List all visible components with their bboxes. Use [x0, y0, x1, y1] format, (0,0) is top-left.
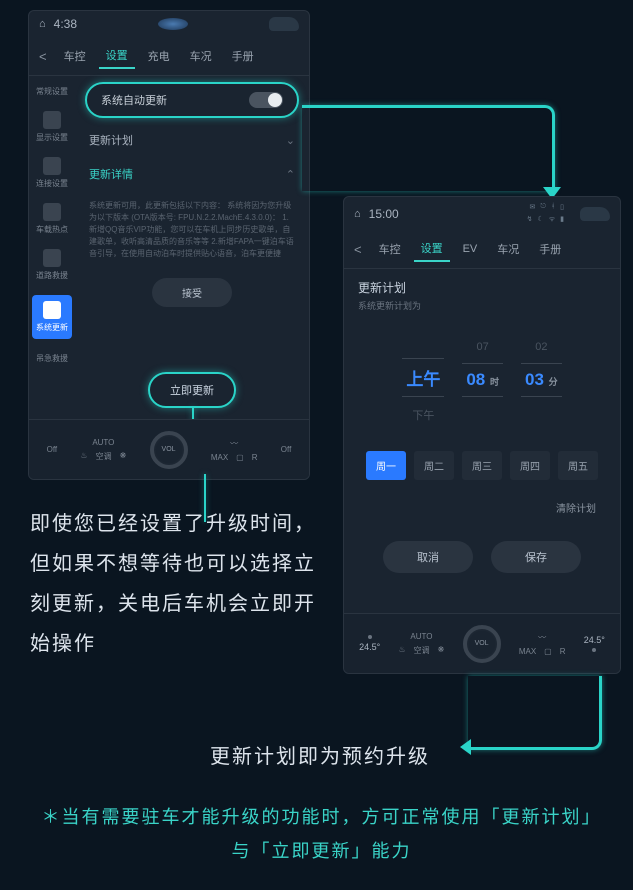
update-now-button[interactable]: 立即更新 [148, 372, 236, 408]
tab-status[interactable]: 车况 [490, 237, 526, 261]
tab-settings[interactable]: 设置 [414, 236, 450, 262]
msg-icon: ✉ [530, 203, 536, 211]
download-icon [43, 301, 61, 319]
auto-update-label: 系统自动更新 [101, 92, 167, 108]
plan-title: 更新计划 [358, 279, 606, 296]
volume-dial[interactable]: VOL [150, 431, 188, 469]
batt-icon: ▯ [560, 203, 564, 211]
dock-auto[interactable]: AUTO♨空调❋ [398, 632, 444, 656]
status-icons: ✉ ⎋ ᚼ ▯ ↯ ☾ ᯤ ▮ [527, 203, 564, 224]
day-tue[interactable]: 周二 [414, 451, 454, 480]
defrost-icon: 〰 [230, 438, 238, 449]
update-info-row[interactable]: 更新详情⌃ [85, 162, 299, 186]
back-button[interactable]: < [354, 242, 366, 257]
car-icon[interactable] [580, 207, 610, 221]
side-hotspot[interactable]: 车载热点 [36, 203, 68, 235]
tab-settings[interactable]: 设置 [99, 43, 135, 69]
statusbar-left: ⌂ 4:38 [29, 11, 309, 37]
save-button[interactable]: 保存 [491, 541, 581, 573]
chevron-down-icon: ⌄ [286, 134, 295, 147]
tabbar-left: < 车控 设置 充电 车况 手册 [29, 37, 309, 76]
home-icon[interactable]: ⌂ [39, 18, 46, 30]
side-icons: 常规设置 显示设置 连接设置 车载热点 道路救援 系统更新 吊急救援 [29, 76, 75, 420]
day-wed[interactable]: 周三 [462, 451, 502, 480]
tab-status[interactable]: 车况 [183, 44, 219, 68]
time-picker[interactable]: 上午 下午 07 08 时 02 03 分 [358, 336, 606, 423]
moon-icon: ☾ [537, 215, 543, 224]
connector-arrow-top [302, 105, 555, 191]
rear-icon: ▢ [544, 647, 552, 656]
clock: 15:00 [369, 207, 399, 221]
clear-plan-button[interactable]: 清除计划 [358, 500, 606, 515]
tab-carctrl[interactable]: 车控 [372, 237, 408, 261]
temp-right[interactable]: 24.5° [584, 635, 605, 652]
tab-manual[interactable]: 手册 [225, 44, 261, 68]
rear-icon: ▢ [236, 453, 244, 462]
hotspot-icon [43, 203, 61, 221]
day-row: 周一 周二 周三 周四 周五 [358, 451, 606, 480]
accept-button[interactable]: 接受 [152, 278, 232, 307]
auto-update-toggle[interactable] [249, 92, 283, 108]
clock: 4:38 [54, 17, 77, 31]
sos-icon [43, 249, 61, 267]
footnote: ＊当有需要驻车才能升级的功能时，方可正常使用「更新计划」与「立即更新」能力 [40, 800, 603, 868]
home-icon[interactable]: ⌂ [354, 208, 361, 220]
day-mon[interactable]: 周一 [366, 451, 406, 480]
fan-icon: ❋ [120, 451, 127, 462]
side-link[interactable]: 连接设置 [36, 157, 68, 189]
dock-defrost[interactable]: 〰MAX▢R [519, 632, 566, 656]
caption-right: 更新计划即为预约升级 [210, 740, 430, 769]
device-right: ⌂ 15:00 ✉⎋ᚼ▯ ↯☾ᯤ▮ < 车控 设置 EV 车况 手册 更新计划 … [343, 196, 621, 674]
seat-icon: ♨ [80, 451, 87, 462]
auto-update-toggle-row: 系统自动更新 [85, 82, 299, 118]
minute-column[interactable]: 02 03 分 [521, 341, 562, 419]
dock-left: Off AUTO♨空调❋ VOL 〰MAX▢R Off [29, 419, 309, 479]
wand-icon: ↯ [527, 215, 533, 224]
update-plan-row[interactable]: 更新计划⌄ [85, 128, 299, 152]
link-icon [43, 157, 61, 175]
brand-logo [158, 18, 188, 30]
sig-icon: ▮ [560, 215, 564, 224]
day-fri[interactable]: 周五 [558, 451, 598, 480]
dock-off-right[interactable]: Off [281, 445, 292, 454]
car-icon[interactable] [269, 17, 299, 31]
bt-icon: ᚼ [551, 203, 555, 211]
tab-charge[interactable]: 充电 [141, 44, 177, 68]
dock-right: 24.5° AUTO♨空调❋ VOL 〰MAX▢R 24.5° [344, 613, 620, 673]
device-left: ⌂ 4:38 < 车控 设置 充电 车况 手册 常规设置 显示设置 连接设置 车… [28, 10, 310, 480]
user-icon: ⎋ [540, 203, 546, 211]
paragraph-left: 即使您已经设置了升级时间，但如果不想等待也可以选择立刻更新，关电后车机会立即开始… [30, 504, 320, 664]
display-icon [43, 111, 61, 129]
update-body: 系统更新可用，此更新包括以下内容： 系统将因为您升级为以下版本 (OTA版本号:… [85, 196, 299, 264]
plan-subtitle: 系统更新计划为 [358, 299, 606, 312]
tab-carctrl[interactable]: 车控 [57, 44, 93, 68]
side-general[interactable]: 常规设置 [36, 86, 68, 97]
volume-dial[interactable]: VOL [463, 625, 501, 663]
tab-ev[interactable]: EV [456, 239, 485, 259]
dock-defrost[interactable]: 〰MAX▢R [211, 438, 258, 462]
tabbar-right: < 车控 设置 EV 车况 手册 [344, 230, 620, 269]
connector-arrow-bottom [468, 676, 602, 750]
side-emergency[interactable]: 吊急救援 [36, 353, 68, 364]
ampm-column[interactable]: 上午 下午 [402, 336, 444, 423]
seat-icon: ♨ [398, 645, 405, 656]
side-display[interactable]: 显示设置 [36, 111, 68, 143]
wifi-icon: ᯤ [549, 215, 555, 224]
fan-icon: ❋ [438, 645, 445, 656]
hour-column[interactable]: 07 08 时 [462, 341, 503, 419]
cancel-button[interactable]: 取消 [383, 541, 473, 573]
chevron-up-icon: ⌃ [286, 168, 295, 181]
dock-auto[interactable]: AUTO♨空调❋ [80, 438, 126, 462]
temp-left[interactable]: 24.5° [359, 635, 380, 652]
tab-manual[interactable]: 手册 [532, 237, 568, 261]
day-thu[interactable]: 周四 [510, 451, 550, 480]
defrost-icon: 〰 [538, 632, 546, 643]
side-sos[interactable]: 道路救援 [36, 249, 68, 281]
dock-off-left[interactable]: Off [47, 445, 58, 454]
statusbar-right: ⌂ 15:00 ✉ ⎋ ᚼ ▯ ↯ ☾ ᯤ ▮ [344, 197, 620, 230]
side-update[interactable]: 系统更新 [32, 295, 72, 339]
back-button[interactable]: < [39, 49, 51, 64]
